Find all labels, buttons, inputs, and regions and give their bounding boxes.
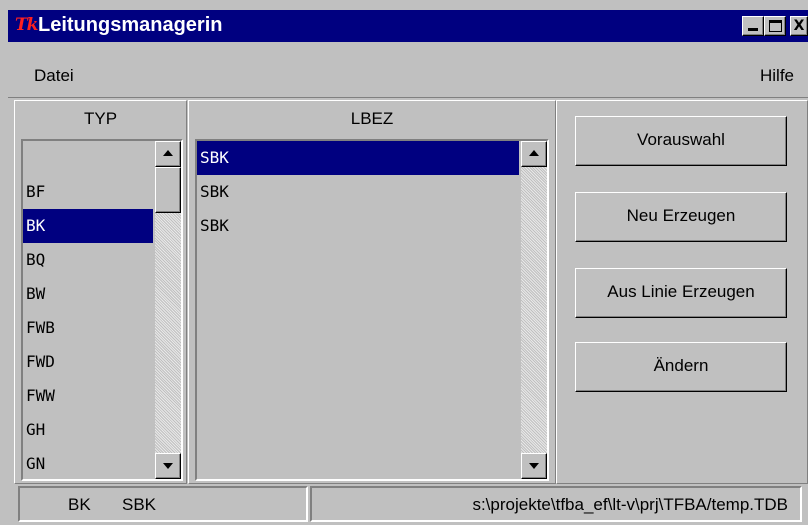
status-path: s:\projekte\tfba_ef\lt-v\prj\TFBA/temp.T…	[310, 486, 802, 522]
vorauswahl-button[interactable]: Vorauswahl	[575, 116, 787, 166]
menu-datei[interactable]: Datei	[34, 66, 74, 86]
lbez-panel: LBEZ SBK SBK SBK	[188, 100, 556, 484]
lbez-list: SBK SBK SBK	[197, 141, 519, 479]
tk-logo-icon: Tk	[15, 15, 38, 35]
aendern-button[interactable]: Ändern	[575, 342, 787, 392]
status-lbez: SBK	[122, 495, 157, 514]
typ-list-item[interactable]: BW	[23, 277, 153, 311]
maximize-button[interactable]	[764, 16, 786, 36]
typ-scroll-down-button[interactable]	[155, 453, 181, 479]
typ-list-item[interactable]: BQ	[23, 243, 153, 277]
typ-list-item[interactable]: FWB	[23, 311, 153, 345]
typ-list-item[interactable]	[23, 141, 153, 175]
actions-panel: Vorauswahl Neu Erzeugen Aus Linie Erzeug…	[556, 100, 808, 484]
neu-erzeugen-button[interactable]: Neu Erzeugen	[575, 192, 787, 242]
arrow-down-icon	[163, 463, 173, 469]
lbez-list-item-selected[interactable]: SBK	[197, 141, 519, 175]
arrow-up-icon	[529, 150, 539, 156]
window-title: Leitungsmanagerin	[38, 14, 223, 36]
arrow-down-icon	[529, 463, 539, 469]
lbez-scroll-down-button[interactable]	[521, 453, 547, 479]
typ-panel: TYP BF BK BQ BW FWB FWD FWW GH GN	[14, 100, 187, 484]
lbez-scroll-up-button[interactable]	[521, 141, 547, 167]
lbez-list-item[interactable]: SBK	[197, 209, 519, 243]
minimize-button[interactable]	[742, 16, 764, 36]
menu-bar: Datei Hilfe	[8, 42, 808, 98]
maximize-icon	[769, 20, 782, 32]
close-icon: X	[793, 18, 805, 34]
typ-column-header: TYP	[83, 109, 118, 128]
typ-scroll-thumb[interactable]	[155, 167, 181, 213]
minimize-icon	[748, 28, 758, 31]
lbez-list-item[interactable]: SBK	[197, 175, 519, 209]
typ-list-item[interactable]: BF	[23, 175, 153, 209]
typ-list-item[interactable]: FWD	[23, 345, 153, 379]
typ-list-item-selected[interactable]: BK	[23, 209, 153, 243]
status-bar: BK SBK s:\projekte\tfba_ef\lt-v\prj\TFBA…	[8, 484, 808, 525]
leitungsmanagerin-window: Tk Leitungsmanagerin X Datei Hilfe TYP B…	[0, 0, 808, 525]
lbez-listbox[interactable]: SBK SBK SBK	[195, 139, 549, 481]
typ-list: BF BK BQ BW FWB FWD FWW GH GN	[23, 141, 153, 479]
status-selection: BK SBK	[18, 486, 308, 522]
close-button[interactable]: X	[790, 16, 808, 36]
lbez-scrollbar[interactable]	[521, 141, 547, 479]
typ-list-item[interactable]: FWW	[23, 379, 153, 413]
status-typ: BK	[68, 495, 91, 514]
arrow-up-icon	[163, 150, 173, 156]
typ-scroll-up-button[interactable]	[155, 141, 181, 167]
typ-listbox[interactable]: BF BK BQ BW FWB FWD FWW GH GN	[21, 139, 183, 481]
typ-list-item[interactable]: GH	[23, 413, 153, 447]
lbez-column-header: LBEZ	[350, 109, 394, 128]
typ-list-item[interactable]: GN	[23, 447, 153, 479]
title-bar[interactable]: Tk Leitungsmanagerin X	[8, 10, 808, 42]
typ-scrollbar[interactable]	[155, 141, 181, 479]
aus-linie-erzeugen-button[interactable]: Aus Linie Erzeugen	[575, 268, 787, 318]
menu-hilfe[interactable]: Hilfe	[760, 66, 794, 86]
